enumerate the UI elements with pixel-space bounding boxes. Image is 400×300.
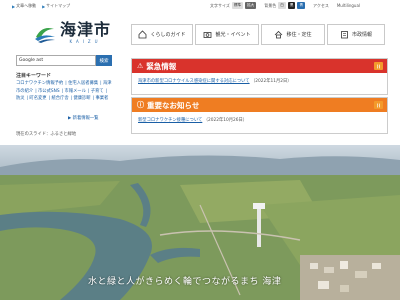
emergency-panel: ⚠ 緊急情報 )) 海津市の新型コロナウイルス感染症に関する対応について （20…: [131, 58, 388, 95]
building-icon: [340, 30, 349, 39]
camera-icon: [203, 30, 212, 39]
hero-tagline: 水と緑と人がきらめく輪でつながるまち 海津: [88, 277, 282, 287]
access-link[interactable]: アクセス: [313, 3, 329, 9]
city-emblem-icon: [35, 28, 55, 43]
background-color-label: 背景色: [264, 2, 277, 8]
search-input[interactable]: Google ast: [16, 55, 96, 66]
keyword-link[interactable]: 統合庁舎: [51, 96, 68, 101]
nav-relocation[interactable]: 移住・定住: [261, 24, 325, 45]
site-search: Google ast 検索: [16, 55, 112, 66]
home-move-icon: [274, 30, 283, 39]
nav-label: 観光・イベント: [215, 32, 251, 38]
keyword-link[interactable]: 町名変更: [29, 96, 46, 101]
notice-link[interactable]: 新型コロナワクチン接種について: [138, 118, 202, 123]
keyword-link[interactable]: 市公式SNS: [38, 89, 60, 94]
info-icon: ⓘ: [137, 101, 144, 109]
keyword-link[interactable]: 住宅入居者募集: [68, 81, 98, 86]
color-white-button[interactable]: 白: [278, 2, 286, 9]
site-name-roman: KAIZU: [69, 39, 102, 44]
nav-label: 移住・定住: [286, 32, 312, 38]
site-name: 海津市: [60, 20, 112, 39]
color-black-button[interactable]: 黒: [287, 2, 296, 9]
notice-title: 重要なお知らせ: [147, 100, 200, 110]
site-logo[interactable]: 海津市 KAIZU: [34, 22, 111, 44]
notice-header: ⓘ 重要なお知らせ )): [132, 98, 387, 112]
keyword-link[interactable]: 防災: [16, 96, 25, 101]
emergency-title: 緊急情報: [146, 61, 177, 71]
sitemap-link[interactable]: ▶ サイトマップ: [42, 3, 70, 9]
house-icon: [138, 30, 147, 39]
rss-icon[interactable]: )): [374, 62, 383, 70]
emergency-header: ⚠ 緊急情報 )): [132, 59, 387, 73]
font-size-large-button[interactable]: 拡大: [245, 2, 257, 9]
notice-date: （2022年10月26日）: [203, 118, 248, 123]
utility-bar: ▶ 文章へ移動 ▶ サイトマップ 文字サイズ 標準 拡大 背景色 白 黒 青 アクセ…: [0, 0, 400, 11]
font-size-normal-button[interactable]: 標準: [231, 2, 244, 9]
keyword-link[interactable]: 子育て: [91, 89, 104, 94]
nav-living-guide[interactable]: くらしのガイド: [131, 24, 193, 45]
current-slide-label: 現在のスライド：ふるさと緑地: [16, 132, 77, 137]
nav-label: くらしのガイド: [150, 32, 186, 38]
global-nav: くらしのガイド 観光・イベント 移住・定住 市政情報: [131, 24, 385, 45]
alert-icon: ⚠: [137, 62, 144, 70]
rss-icon[interactable]: )): [374, 101, 383, 109]
keyword-link[interactable]: 健康診断: [73, 96, 90, 101]
nav-label: 市政情報: [351, 32, 372, 38]
color-blue-button[interactable]: 青: [297, 2, 306, 9]
multilingual-link[interactable]: Multilingual: [337, 3, 360, 8]
nav-tourism-events[interactable]: 観光・イベント: [195, 24, 259, 45]
new-info-list-link[interactable]: ▶ 新着情報一覧: [68, 115, 98, 121]
nav-city-administration[interactable]: 市政情報: [327, 24, 385, 45]
search-button[interactable]: 検索: [96, 55, 112, 66]
important-notice-panel: ⓘ 重要なお知らせ )) 新型コロナワクチン接種について （2022年10月26…: [131, 97, 388, 134]
keyword-list: コロナワクチン情報予約 | 住宅入居者募集 | 海津市の紹介 | 市公式SNS | 市報…: [16, 81, 112, 101]
emergency-date: （2022年11月2日）: [250, 79, 292, 84]
keyword-link[interactable]: 事業者: [95, 96, 108, 101]
keyword-link[interactable]: 市報メール: [64, 89, 85, 94]
keyword-link[interactable]: コロナワクチン情報予約: [16, 81, 63, 86]
skip-to-content-link[interactable]: ▶ 文章へ移動: [12, 3, 36, 9]
font-size-label: 文字サイズ: [210, 2, 230, 8]
emergency-link[interactable]: 海津市の新型コロナウイルス感染症に関する対応について: [138, 79, 250, 84]
keywords-heading: 注目キーワード: [16, 73, 52, 79]
